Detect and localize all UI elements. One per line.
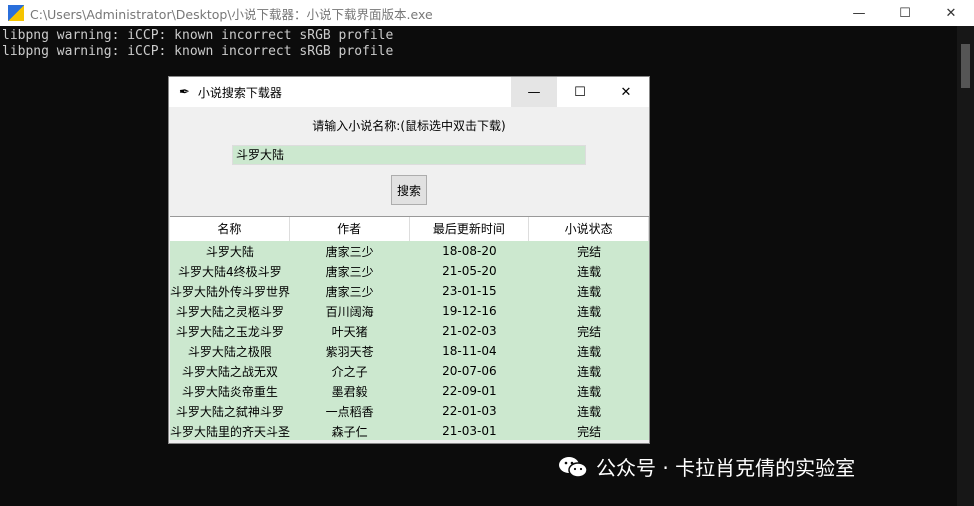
table-cell: 21-05-20 <box>442 264 497 278</box>
watermark-text: 公众号 · 卡拉肖克倩的实验室 <box>596 456 856 480</box>
table-cell: 斗罗大陆之玉龙斗罗 <box>175 324 284 339</box>
table-cell: 叶天猪 <box>331 324 368 339</box>
console-scrollbar[interactable] <box>957 26 974 506</box>
table-cell: 森子仁 <box>331 424 368 439</box>
table-cell: 连载 <box>577 404 602 419</box>
table-cell: 连载 <box>577 304 602 319</box>
table-row[interactable]: 斗罗大陆 唐家三少 18-08-20 完结 <box>170 241 649 261</box>
table-cell: 连载 <box>577 364 602 379</box>
table-cell: 连载 <box>577 384 602 399</box>
table-cell: 斗罗大陆之战无双 <box>181 364 278 379</box>
column-header[interactable]: 最后更新时间 <box>410 217 530 241</box>
wechat-icon <box>558 455 588 479</box>
table-cell: 连载 <box>577 344 602 359</box>
table-cell: 21-03-01 <box>442 424 497 438</box>
app-titlebar: ✒ 小说搜索下载器 — ☐ ✕ <box>169 77 649 107</box>
maximize-button[interactable]: ☐ <box>882 0 928 26</box>
table-cell: 一点稻香 <box>325 404 374 419</box>
feather-icon: ✒ <box>179 84 190 100</box>
table-cell: 介之子 <box>331 364 368 379</box>
app-maximize-button[interactable]: ☐ <box>557 77 603 107</box>
table-cell: 斗罗大陆外传斗罗世界 <box>170 284 290 299</box>
table-header: 名称 作者 最后更新时间 小说状态 <box>170 217 649 241</box>
table-cell: 斗罗大陆 <box>205 244 254 259</box>
table-cell: 斗罗大陆之极限 <box>187 344 272 359</box>
table-cell: 20-07-06 <box>442 364 497 378</box>
table-cell: 连载 <box>577 284 602 299</box>
console-titlebar: C:\Users\Administrator\Desktop\小说下载器：小说下… <box>0 0 974 26</box>
table-row[interactable]: 斗罗大陆炎帝重生 墨君毅 22-09-01 连载 <box>170 381 649 401</box>
table-cell: 18-08-20 <box>442 244 497 258</box>
scrollbar-thumb[interactable] <box>961 44 970 88</box>
table-cell: 斗罗大陆里的齐天斗圣 <box>170 424 290 439</box>
table-row[interactable]: 斗罗大陆之极限 紫羽天苍 18-11-04 连载 <box>170 341 649 361</box>
table-row[interactable]: 斗罗大陆之弑神斗罗 一点稻香 22-01-03 连载 <box>170 401 649 421</box>
table-row[interactable]: 斗罗大陆之灵柩斗罗 百川阔海 19-12-16 连载 <box>170 301 649 321</box>
table-cell: 21-02-03 <box>442 324 497 338</box>
console-output: libpng warning: iCCP: known incorrect sR… <box>2 28 393 60</box>
table-row[interactable]: 斗罗大陆之战无双 介之子 20-07-06 连载 <box>170 361 649 381</box>
table-cell: 斗罗大陆之弑神斗罗 <box>175 404 284 419</box>
table-cell: 墨君毅 <box>331 384 368 399</box>
search-input[interactable]: 斗罗大陆 <box>232 145 586 165</box>
table-row[interactable]: 斗罗大陆4终极斗罗 唐家三少 21-05-20 连载 <box>170 261 649 281</box>
table-cell: 唐家三少 <box>325 284 374 299</box>
console-line: libpng warning: iCCP: known incorrect sR… <box>2 28 394 43</box>
console-title: C:\Users\Administrator\Desktop\小说下载器：小说下… <box>30 6 433 22</box>
table-row[interactable]: 斗罗大陆外传斗罗世界 唐家三少 23-01-15 连载 <box>170 281 649 301</box>
app-close-button[interactable]: ✕ <box>603 77 649 107</box>
python-app-icon <box>8 5 24 21</box>
table-cell: 唐家三少 <box>325 244 374 259</box>
table-cell: 22-01-03 <box>442 404 497 418</box>
column-header[interactable]: 作者 <box>290 217 410 241</box>
close-button[interactable]: ✕ <box>928 0 974 26</box>
table-cell: 斗罗大陆4终极斗罗 <box>178 264 282 279</box>
app-title: 小说搜索下载器 <box>197 85 282 100</box>
table-cell: 完结 <box>577 324 602 339</box>
column-header[interactable]: 名称 <box>170 217 290 241</box>
table-cell: 百川阔海 <box>325 304 374 319</box>
search-button[interactable]: 搜索 <box>391 175 427 205</box>
table-cell: 18-11-04 <box>442 344 497 358</box>
table-cell: 连载 <box>577 264 602 279</box>
column-header[interactable]: 小说状态 <box>529 217 649 241</box>
table-cell: 完结 <box>577 244 602 259</box>
app-window: ✒ 小说搜索下载器 — ☐ ✕ 请输入小说名称:(鼠标选中双击下载) 斗罗大陆 … <box>168 76 650 444</box>
table-cell: 斗罗大陆之灵柩斗罗 <box>175 304 284 319</box>
minimize-button[interactable]: — <box>836 0 882 26</box>
table-cell: 19-12-16 <box>442 304 497 318</box>
console-line: libpng warning: iCCP: known incorrect sR… <box>2 44 394 59</box>
app-minimize-button[interactable]: — <box>511 77 557 107</box>
table-row[interactable]: 斗罗大陆里的齐天斗圣 森子仁 21-03-01 完结 <box>170 421 649 441</box>
table-cell: 22-09-01 <box>442 384 497 398</box>
watermark: 公众号 · 卡拉肖克倩的实验室 <box>558 452 855 481</box>
results-table: 名称 作者 最后更新时间 小说状态 斗罗大陆 唐家三少 18-08-20 完结 斗罗大陆… <box>170 216 649 440</box>
table-cell: 斗罗大陆炎帝重生 <box>181 384 278 399</box>
table-cell: 唐家三少 <box>325 264 374 279</box>
table-cell: 23-01-15 <box>442 284 497 298</box>
table-cell: 完结 <box>577 424 602 439</box>
table-cell: 紫羽天苍 <box>325 344 374 359</box>
prompt-label: 请输入小说名称:(鼠标选中双击下载) <box>312 119 506 133</box>
table-row[interactable]: 斗罗大陆之玉龙斗罗 叶天猪 21-02-03 完结 <box>170 321 649 341</box>
